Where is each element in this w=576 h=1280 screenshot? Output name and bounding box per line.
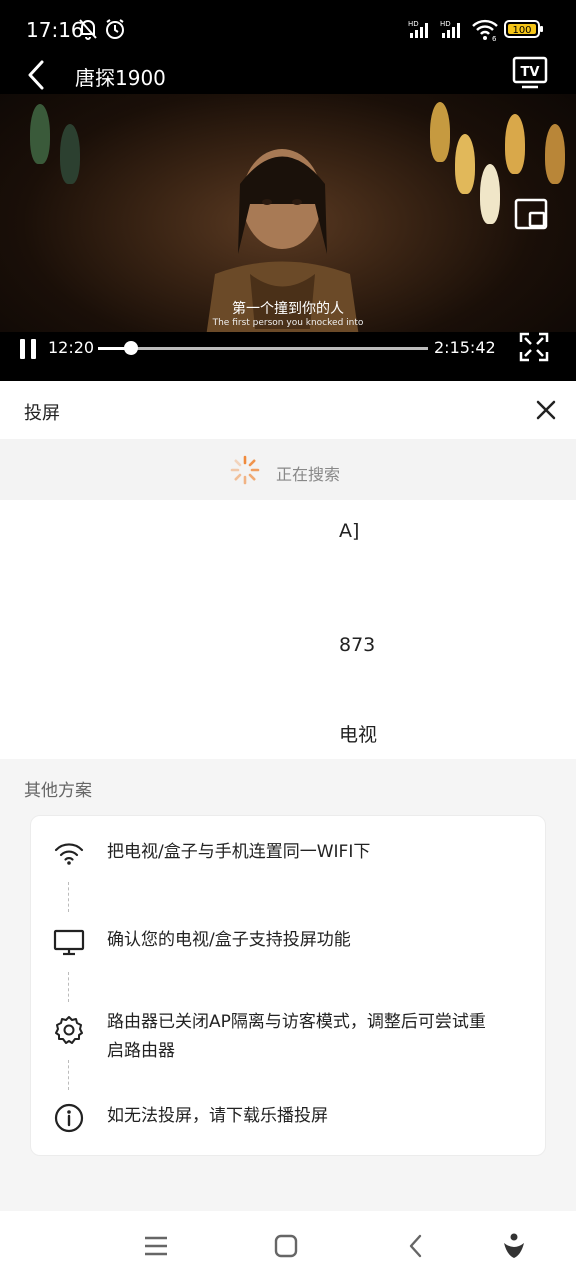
decor-feather bbox=[505, 114, 525, 174]
video-player[interactable]: 第一个撞到你的人 The first person you knocked in… bbox=[0, 94, 576, 381]
other-solutions: 其他方案 把电视/盒子与手机连置同一WIFI下 确认您的电视/盒子支持投屏功能 bbox=[0, 759, 576, 1211]
pip-button[interactable] bbox=[514, 198, 548, 230]
status-bar: 17:16 HD HD 6 100 bbox=[0, 0, 576, 58]
gear-icon bbox=[55, 1016, 83, 1044]
back-button[interactable] bbox=[22, 58, 52, 92]
cast-title: 投屏 bbox=[24, 403, 60, 424]
decor-feather bbox=[455, 134, 475, 194]
tv-cast-button[interactable]: TV bbox=[512, 56, 550, 90]
subtitle-chinese: 第一个撞到你的人 bbox=[232, 301, 344, 317]
cast-header: 投屏 bbox=[0, 381, 576, 439]
battery-icon: 100 bbox=[504, 20, 543, 38]
system-nav-bar bbox=[0, 1211, 576, 1280]
device-item[interactable]: 电视 bbox=[0, 710, 576, 750]
close-button[interactable] bbox=[535, 399, 557, 421]
svg-text:HD: HD bbox=[408, 20, 419, 28]
svg-text:TV: TV bbox=[521, 65, 540, 80]
device-item[interactable]: A] bbox=[0, 510, 576, 550]
searching-text: 正在搜索 bbox=[276, 465, 341, 484]
progress-knob[interactable] bbox=[124, 341, 138, 355]
other-solutions-title: 其他方案 bbox=[24, 781, 92, 801]
solution-text: 确认您的电视/盒子支持投屏功能 bbox=[107, 930, 351, 950]
device-item[interactable]: 873 bbox=[0, 624, 576, 664]
wifi-status-icon: 6 bbox=[472, 19, 498, 42]
status-time: 17:16 bbox=[26, 18, 84, 42]
step-connector bbox=[68, 972, 69, 1002]
device-list: A] 873 电视 bbox=[0, 500, 576, 759]
monitor-icon bbox=[53, 929, 85, 956]
video-title: 唐探1900 bbox=[75, 66, 166, 90]
pause-button[interactable] bbox=[18, 338, 38, 360]
step-connector bbox=[68, 882, 69, 912]
solution-text: 把电视/盒子与手机连置同一WIFI下 bbox=[107, 842, 371, 862]
device-name: 电视 bbox=[339, 724, 378, 746]
home-icon[interactable] bbox=[271, 1231, 301, 1261]
fullscreen-button[interactable] bbox=[519, 332, 549, 362]
solutions-card: 把电视/盒子与手机连置同一WIFI下 确认您的电视/盒子支持投屏功能 路由器已关… bbox=[30, 815, 546, 1156]
solution-text: 路由器已关闭AP隔离与访客模式，调整后可尝试重启路由器 bbox=[107, 1012, 486, 1061]
alarm-icon bbox=[106, 19, 124, 39]
device-name: A] bbox=[339, 520, 360, 542]
decor-feather bbox=[30, 104, 50, 164]
decor-feather bbox=[480, 164, 500, 224]
menu-icon[interactable] bbox=[141, 1231, 171, 1261]
decor-feather bbox=[430, 102, 450, 162]
assistant-icon[interactable] bbox=[499, 1231, 529, 1261]
step-connector bbox=[68, 1060, 69, 1090]
subtitle-english: The first person you knocked into bbox=[212, 318, 364, 328]
loading-spinner-icon bbox=[230, 455, 260, 485]
decor-feather bbox=[545, 124, 565, 184]
device-name: 873 bbox=[339, 634, 376, 656]
mute-bell-icon bbox=[79, 19, 97, 40]
back-icon[interactable] bbox=[401, 1231, 431, 1261]
video-controls: 12:20 2:15:42 bbox=[0, 332, 576, 381]
searching-status: 正在搜索 bbox=[0, 439, 576, 500]
svg-text:HD: HD bbox=[440, 20, 451, 28]
top-bar: 17:16 HD HD 6 100 唐探1900 TV bbox=[0, 0, 576, 94]
signal-icon-2: HD bbox=[440, 20, 460, 38]
total-time: 2:15:42 bbox=[434, 338, 496, 357]
title-bar: 唐探1900 TV bbox=[0, 56, 576, 94]
wifi-icon bbox=[54, 843, 84, 865]
decor-feather bbox=[60, 124, 80, 184]
info-icon bbox=[54, 1103, 84, 1133]
signal-icon: HD bbox=[408, 20, 428, 38]
progress-bar[interactable] bbox=[98, 341, 428, 355]
solution-text: 如无法投屏，请下载乐播投屏 bbox=[107, 1106, 328, 1126]
svg-text:6: 6 bbox=[492, 35, 497, 42]
svg-text:100: 100 bbox=[512, 25, 531, 36]
current-time: 12:20 bbox=[48, 338, 95, 357]
